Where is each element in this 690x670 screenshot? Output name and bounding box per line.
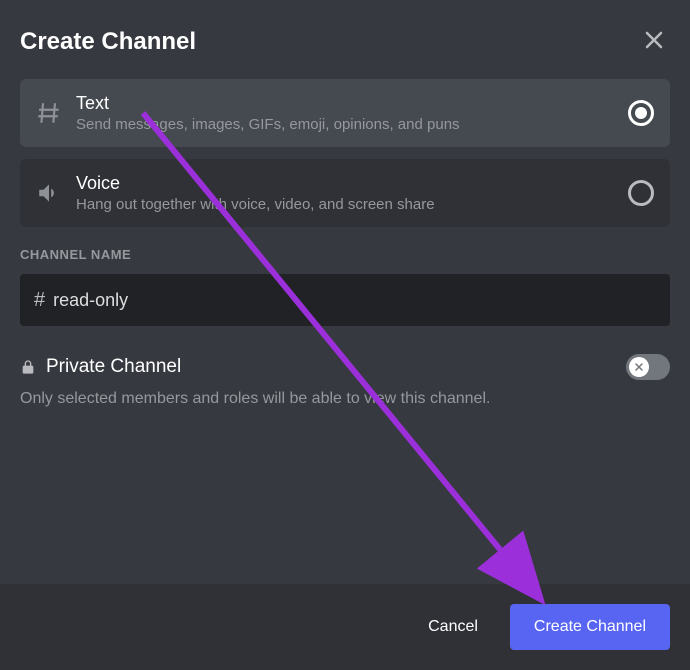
channel-name-label: CHANNEL NAME <box>20 247 670 262</box>
private-channel-toggle[interactable] <box>626 354 670 380</box>
channel-name-input[interactable] <box>53 290 656 311</box>
speaker-icon <box>36 180 62 206</box>
channel-type-voice-title: Voice <box>76 173 616 194</box>
modal-title: Create Channel <box>20 28 196 56</box>
channel-type-voice-desc: Hang out together with voice, video, and… <box>76 196 616 213</box>
radio-text[interactable] <box>628 100 654 126</box>
cancel-button[interactable]: Cancel <box>416 608 490 646</box>
close-button[interactable] <box>638 24 670 59</box>
close-icon <box>642 28 666 55</box>
radio-text-inner <box>635 107 647 119</box>
channel-name-field-wrapper[interactable]: # <box>20 274 670 326</box>
private-channel-label: Private Channel <box>46 356 181 378</box>
channel-type-text[interactable]: Text Send messages, images, GIFs, emoji,… <box>20 79 670 147</box>
modal-body: Text Send messages, images, GIFs, emoji,… <box>0 67 690 584</box>
channel-type-text-desc: Send messages, images, GIFs, emoji, opin… <box>76 116 616 133</box>
radio-voice[interactable] <box>628 180 654 206</box>
modal-header: Create Channel <box>0 0 690 67</box>
private-channel-section: Private Channel Only selected members an… <box>20 354 670 408</box>
toggle-handle <box>629 357 649 377</box>
channel-type-text-info: Text Send messages, images, GIFs, emoji,… <box>76 93 616 133</box>
hash-prefix-icon: # <box>34 289 45 312</box>
modal-footer: Cancel Create Channel <box>0 584 690 670</box>
lock-icon <box>20 359 36 375</box>
private-channel-desc: Only selected members and roles will be … <box>20 390 670 408</box>
private-channel-header: Private Channel <box>20 354 670 380</box>
hash-icon <box>36 100 62 126</box>
create-channel-modal: Create Channel Text Send messages, image… <box>0 0 690 670</box>
create-channel-button[interactable]: Create Channel <box>510 604 670 650</box>
private-label-wrap: Private Channel <box>20 356 181 378</box>
channel-type-voice-info: Voice Hang out together with voice, vide… <box>76 173 616 213</box>
channel-type-voice[interactable]: Voice Hang out together with voice, vide… <box>20 159 670 227</box>
channel-type-text-title: Text <box>76 93 616 114</box>
